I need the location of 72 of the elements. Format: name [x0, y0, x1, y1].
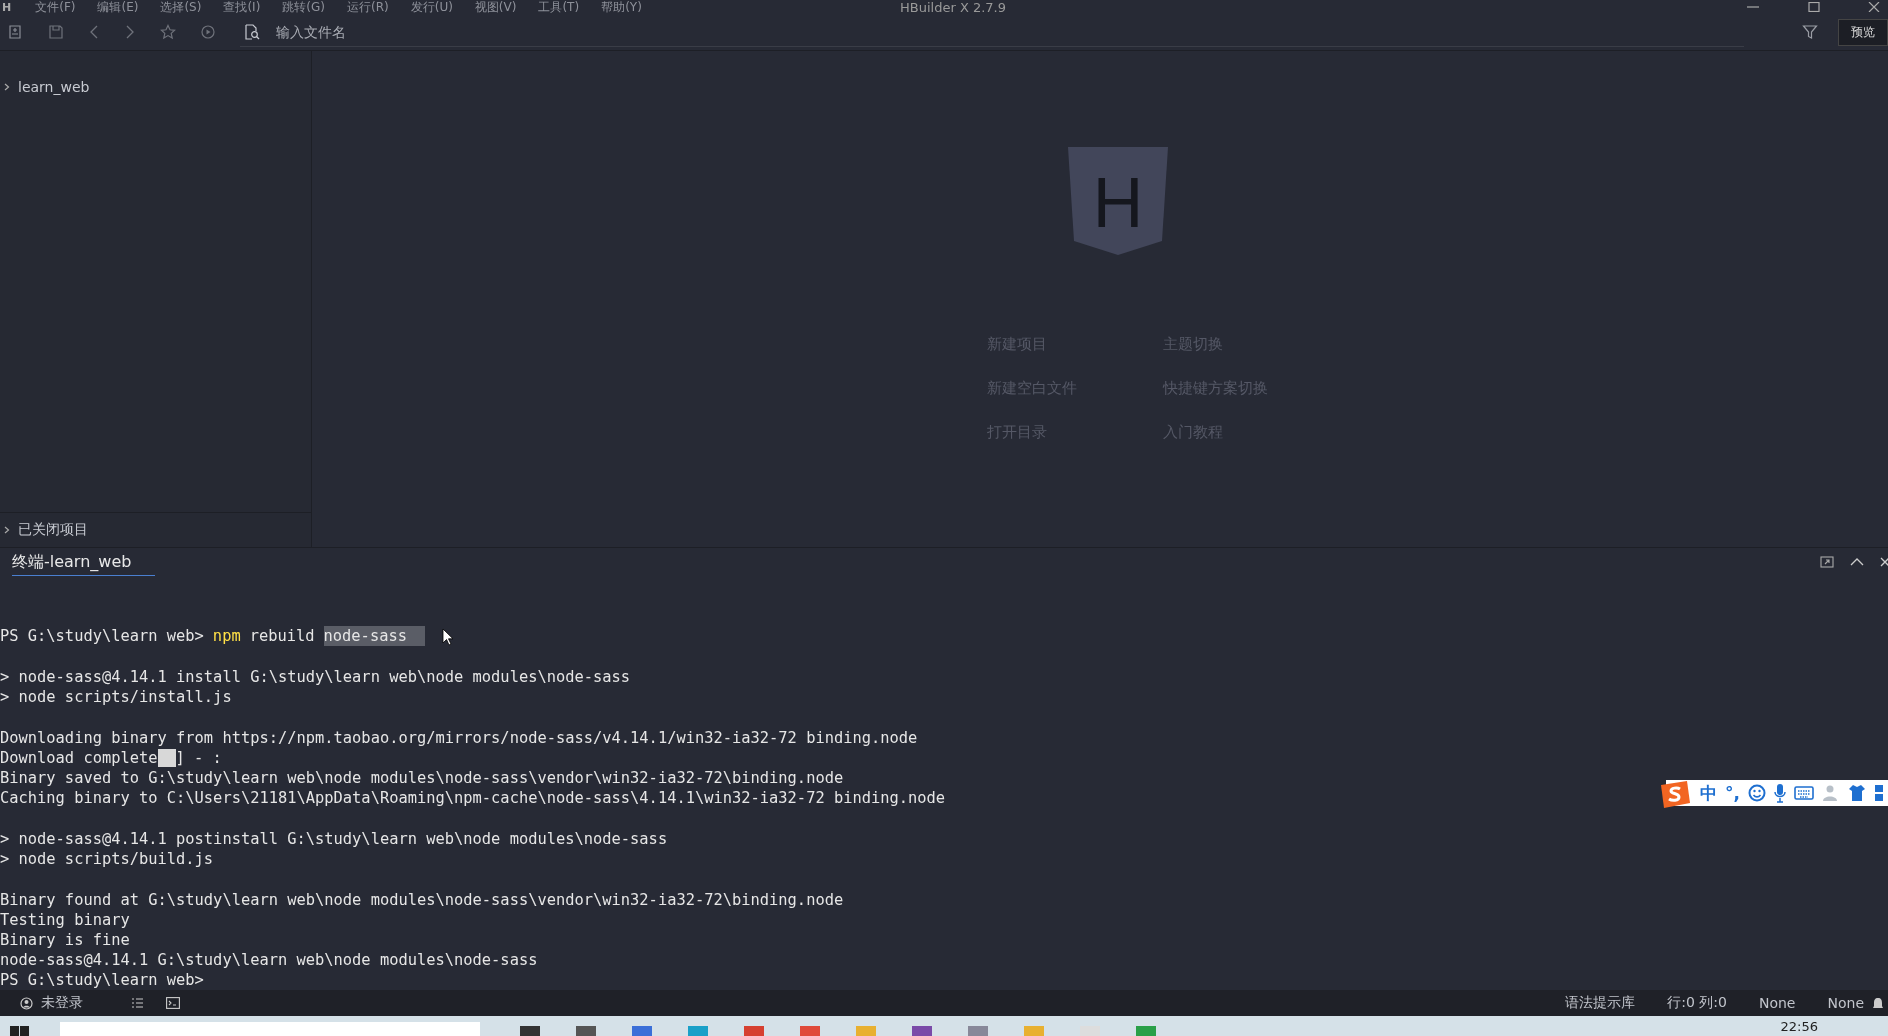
menu-item[interactable]: 编辑(E): [97, 0, 139, 14]
terminal-text: > node-sass@4.14.1 postinstall G:\study\learn web\node modules\node-sass: [0, 829, 668, 849]
logo-letter: H: [1092, 164, 1144, 242]
terminal-text: Binary is fine: [0, 930, 130, 950]
terminal-command: npm: [212, 626, 241, 646]
start-icon[interactable]: [10, 1024, 30, 1036]
user-icon: [20, 996, 33, 1010]
terminal-prompt: PS G:\study\learn web>: [0, 970, 204, 990]
terminal-text: > node-sass@4.14.1 install G:\study\learn web\node modules\node-sass: [0, 667, 631, 687]
terminal-text: Download complete: [0, 748, 158, 768]
star-icon[interactable]: [160, 24, 176, 40]
menu-item[interactable]: 视图(V): [474, 0, 517, 14]
terminal-tab[interactable]: 终端-learn_web: [12, 548, 156, 576]
terminal-text: Downloading binary from https://npm.taobao.org/mirrors/node-sass/v4.14.1/win32-ia32-72 binding.node: [0, 728, 918, 748]
filter-icon[interactable]: [1802, 24, 1818, 40]
new-file-icon[interactable]: [8, 24, 24, 40]
terminal-text: > node scripts/install.js: [0, 687, 232, 707]
menu-item[interactable]: 运行(R): [347, 0, 389, 14]
ime-punctuation[interactable]: °,: [1725, 783, 1740, 803]
grid-icon[interactable]: [1874, 784, 1884, 802]
menu-item[interactable]: 跳转(G): [282, 0, 325, 14]
menu-item[interactable]: 工具(T): [538, 0, 580, 14]
terminal-text: Binary found at G:\study\learn web\node modules\node-sass\vendor\win32-ia32-72\binding.node: [0, 890, 844, 910]
run-icon[interactable]: [200, 24, 216, 40]
account-status[interactable]: 未登录: [41, 994, 83, 1012]
close-icon[interactable]: [1880, 557, 1888, 567]
syntax-library-label[interactable]: 语法提示库: [1565, 994, 1636, 1012]
microphone-icon[interactable]: [1774, 783, 1786, 803]
bell-icon[interactable]: [1872, 996, 1884, 1010]
close-icon[interactable]: [1868, 2, 1880, 12]
smiley-icon[interactable]: [1748, 784, 1766, 802]
file-search-icon: [244, 23, 260, 40]
terminal-text: Binary saved to G:\study\learn web\node modules\node-sass\vendor\win32-ia32-72\binding.node: [0, 768, 844, 788]
terminal-text: Testing binary: [0, 910, 130, 930]
terminal-text: rebuild: [249, 626, 315, 646]
shirt-icon[interactable]: [1848, 784, 1866, 802]
terminal-text: node-sass@4.14.1 G:\study\learn web\node modules\node-sass: [0, 950, 538, 970]
terminal-text: > node scripts/build.js: [0, 849, 214, 869]
collapse-icon[interactable]: [1850, 557, 1864, 567]
progress-block: [157, 749, 176, 767]
maximize-panel-icon[interactable]: [1820, 555, 1834, 569]
terminal-prompt: PS G:\study\learn web>: [0, 626, 204, 646]
terminal-text: ] - :: [175, 748, 222, 768]
menu-item[interactable]: 查找(I): [223, 0, 261, 14]
save-icon[interactable]: [48, 24, 64, 40]
ime-logo-icon[interactable]: [1658, 780, 1693, 810]
file-search-field[interactable]: 输入文件名: [274, 22, 578, 41]
language-label[interactable]: None: [1827, 995, 1864, 1011]
project-item[interactable]: learn_web: [0, 79, 311, 95]
window-title: HBuilder X 2.7.9: [900, 0, 1006, 15]
terminal-icon[interactable]: [166, 997, 180, 1009]
menu-item[interactable]: 帮助(Y): [601, 0, 642, 14]
preview-button[interactable]: 预览: [1838, 18, 1888, 46]
terminal-text: Caching binary to C:\Users\21181\AppData\Roaming\npm-cache\node-sass\4.14.1\win32-ia32-72 binding.node: [0, 788, 946, 808]
selected-text: node-sass: [323, 626, 425, 646]
menu-item[interactable]: 文件(F): [35, 0, 76, 14]
app-logo: H: [2, 0, 12, 14]
forward-icon[interactable]: [124, 24, 136, 40]
user-icon[interactable]: [1822, 784, 1840, 802]
taskbar-clock: 22:56: [1780, 1019, 1818, 1034]
taskbar-search-field[interactable]: [60, 1022, 480, 1036]
menu-item[interactable]: 发行(U): [410, 0, 453, 14]
encoding-label[interactable]: None: [1758, 995, 1796, 1011]
keyboard-icon[interactable]: [1794, 785, 1814, 801]
menu-item[interactable]: 选择(S): [160, 0, 202, 14]
maximize-icon[interactable]: [1808, 2, 1820, 12]
back-icon[interactable]: [88, 24, 100, 40]
mouse-cursor-icon: [441, 628, 454, 646]
cursor-position: 行:0 列:0: [1667, 994, 1727, 1012]
ime-mode[interactable]: 中: [1700, 781, 1718, 805]
list-icon[interactable]: [131, 997, 144, 1009]
closed-projects-item[interactable]: 已关闭项目: [0, 512, 311, 547]
